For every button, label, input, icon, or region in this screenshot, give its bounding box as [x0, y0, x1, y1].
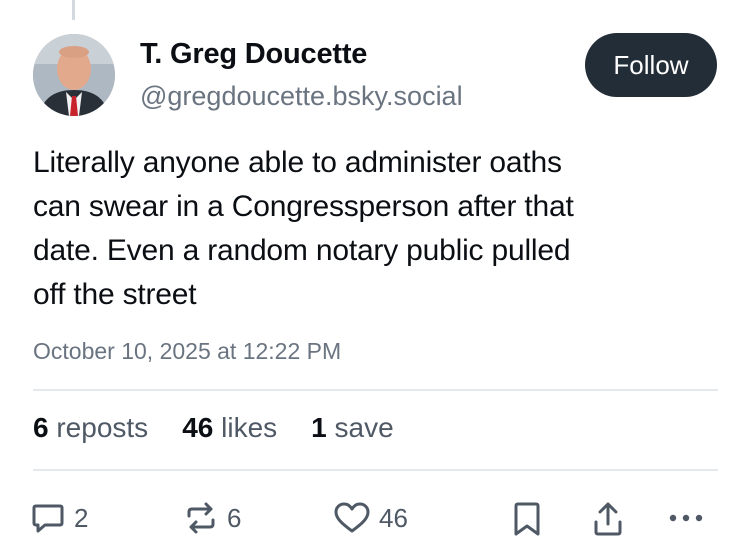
saves-stat[interactable]: 1 save [311, 412, 394, 444]
post-timestamp: October 10, 2025 at 12:22 PM [33, 338, 342, 364]
reposts-count: 6 [33, 412, 57, 443]
more-icon [669, 514, 703, 522]
like-count: 46 [379, 502, 408, 533]
saves-count: 1 [311, 412, 335, 443]
post-stats: 6 reposts 46 likes 1 save [33, 412, 428, 444]
thread-line [72, 0, 75, 20]
reposts-label: reposts [56, 412, 149, 443]
avatar[interactable] [33, 34, 115, 116]
saves-label: save [334, 412, 394, 443]
reply-icon [32, 504, 64, 533]
post-text: Literally anyone able to administer oath… [33, 146, 574, 311]
likes-stat[interactable]: 46 likes [182, 412, 277, 444]
likes-label: likes [221, 412, 278, 443]
divider [33, 469, 718, 471]
repost-count: 6 [227, 502, 242, 533]
repost-icon [187, 502, 215, 534]
share-icon [594, 502, 622, 536]
divider [33, 389, 718, 391]
author-name[interactable]: T. Greg Doucette [140, 38, 367, 71]
likes-count: 46 [182, 412, 222, 443]
reposts-stat[interactable]: 6 reposts [33, 412, 148, 444]
repost-button[interactable]: 6 [183, 500, 241, 536]
action-bar: 2 6 46 [30, 500, 720, 540]
reply-count: 2 [74, 502, 89, 533]
share-button[interactable] [590, 500, 626, 538]
like-button[interactable]: 46 [333, 500, 408, 536]
more-options-button[interactable] [666, 500, 706, 536]
reply-button[interactable]: 2 [30, 500, 88, 536]
bookmark-button[interactable] [510, 500, 544, 538]
author-handle[interactable]: @gregdoucette.bsky.social [140, 81, 463, 112]
heart-icon [334, 502, 370, 533]
bookmark-icon [514, 502, 540, 536]
follow-button[interactable]: Follow [585, 33, 717, 97]
